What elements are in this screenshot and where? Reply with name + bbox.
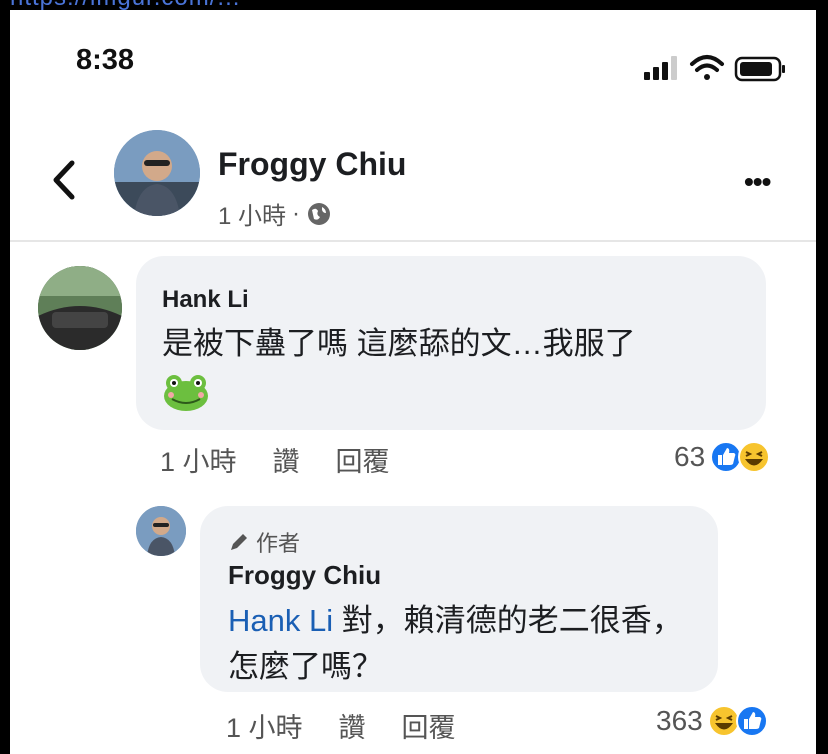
status-time: 8:38 [76, 44, 135, 76]
right-crop-edge [816, 10, 828, 754]
header-divider [10, 240, 816, 242]
reply-text: Hank Li 對，賴清德的老二很香，怎麼了嗎？ [228, 598, 708, 690]
status-icons [644, 55, 785, 82]
mention-link[interactable]: Hank Li [228, 603, 333, 638]
reply-actions: 1 小時 讚 回覆 [226, 706, 456, 745]
battery-icon [734, 56, 785, 82]
comment-author[interactable]: Hank Li [162, 286, 249, 314]
frog-emoji-icon [164, 375, 208, 411]
reply-bubble: 作者 Froggy Chiu Hank Li 對，賴清德的老二很香，怎麼了嗎？ [200, 506, 718, 692]
reply-reaction-count: 363 [656, 705, 703, 736]
globe-icon [308, 202, 331, 225]
reply-like-link[interactable]: 讚 [339, 706, 366, 745]
avatar-froggy-small[interactable] [136, 506, 186, 556]
comment-actions: 1 小時 讚 回覆 [160, 440, 390, 479]
like-icon [735, 705, 768, 737]
pen-icon [231, 534, 247, 550]
comment-reactions[interactable]: 63 [674, 440, 771, 474]
reply-link[interactable]: 回覆 [336, 440, 390, 479]
reply-reply-link[interactable]: 回覆 [402, 706, 456, 745]
reaction-count: 63 [674, 441, 706, 472]
avatar-froggy[interactable] [114, 130, 200, 216]
like-link[interactable]: 讚 [273, 440, 300, 479]
reply-author[interactable]: Froggy Chiu [228, 560, 381, 591]
signal-icon [644, 56, 677, 80]
post-separator: · [292, 199, 301, 227]
post-time: 1 小時 [218, 203, 287, 230]
post-meta: 1 小時 · [218, 196, 332, 231]
haha-icon [738, 441, 771, 473]
comment-bubble: Hank Li 是被下蠱了嗎 這麼舔的文…我服了 [136, 256, 766, 430]
author-badge: 作者 [228, 526, 300, 558]
back-chevron-icon[interactable] [46, 155, 86, 205]
more-options-icon[interactable]: ••• [744, 166, 771, 198]
avatar-hank-li[interactable] [38, 266, 122, 350]
post-author-name[interactable]: Froggy Chiu [218, 146, 406, 183]
comment-text: 是被下蠱了嗎 這麼舔的文…我服了 [162, 326, 636, 361]
reply-time: 1 小時 [226, 713, 303, 743]
author-badge-label: 作者 [256, 531, 301, 556]
phone-screen: 8:38 Froggy Chiu 1 小時 · ••• Hank Li 是被下蠱… [10, 10, 816, 754]
comment-time: 1 小時 [160, 447, 237, 477]
wifi-icon [690, 55, 724, 80]
reply-reactions[interactable]: 363 [656, 704, 769, 738]
